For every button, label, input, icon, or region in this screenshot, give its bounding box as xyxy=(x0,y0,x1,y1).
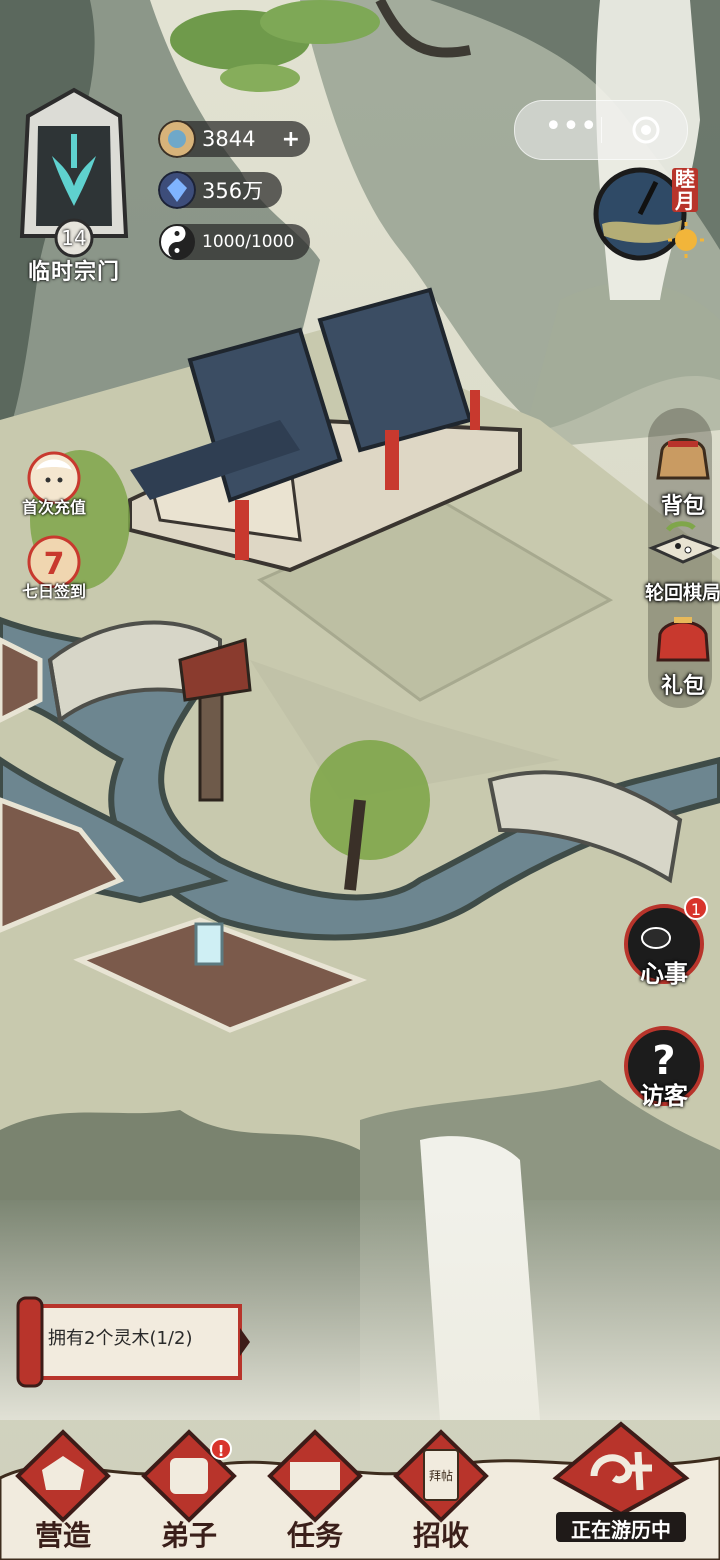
taiji-value: 1000/1000 xyxy=(202,232,295,252)
nav-build-label: 营造 xyxy=(34,1519,91,1552)
resource-taiji[interactable]: 1000/1000 xyxy=(159,224,310,260)
nav-disciples-badge: ! xyxy=(210,1438,232,1460)
seven-day-signin-button[interactable]: 7 七日签到 xyxy=(18,532,90,604)
miniprogram-capsule: ••• xyxy=(514,100,688,160)
visitor-label: 访客 xyxy=(640,1082,688,1110)
add-spirit-stone-button[interactable]: + xyxy=(282,127,300,152)
invitation-card-icon: 拜帖 xyxy=(393,1429,489,1523)
visitor-button[interactable]: ? 访客 xyxy=(620,1022,708,1110)
backpack-button[interactable]: 背包 xyxy=(638,428,720,519)
resource-crystal[interactable]: 356万 xyxy=(158,171,282,209)
sect-name: 临时宗门 xyxy=(27,260,120,285)
nav-recruit[interactable]: 拜帖 招收 xyxy=(386,1426,496,1554)
sect-level: 14 xyxy=(61,226,87,250)
taiji-icon xyxy=(159,224,195,260)
spirit-stone-value: 3844 xyxy=(202,127,256,151)
nav-tasks-label: 任务 xyxy=(286,1519,343,1552)
scroll-task-icon xyxy=(267,1429,363,1523)
chess-board-icon xyxy=(648,521,720,564)
gift-bag-icon xyxy=(656,617,710,662)
heart-matters-button[interactable]: 1 心事 xyxy=(620,896,708,988)
right-shortcut-panel: 背包 轮回棋局 礼包 xyxy=(645,408,720,708)
resource-spirit-stone[interactable]: 3844 + xyxy=(158,120,310,158)
nav-disciples-label: 弟子 xyxy=(160,1519,217,1552)
backpack-label: 背包 xyxy=(660,494,705,519)
reincarnation-chess-button[interactable]: 轮回棋局 xyxy=(638,518,720,608)
heart-matters-label: 心事 xyxy=(640,960,688,988)
month-label: 睦月 xyxy=(672,168,698,212)
target-close-icon[interactable] xyxy=(631,115,661,145)
quest-tracker[interactable]: 拥有2个灵木(1/2) xyxy=(8,1288,250,1394)
crystal-icon xyxy=(158,171,196,209)
bottom-nav: 营造 ! 弟子 任务 拜帖 招收 正在游历中 xyxy=(0,1418,720,1560)
nav-build[interactable]: 营造 xyxy=(8,1426,118,1554)
seven-day-signin-label: 七日签到 xyxy=(21,582,86,601)
travel-status-label: 正在游历中 xyxy=(571,1518,671,1542)
reincarnation-chess-label: 轮回棋局 xyxy=(644,582,720,604)
quest-text: 拥有2个灵木(1/2) xyxy=(48,1328,193,1349)
nav-tasks[interactable]: 任务 xyxy=(260,1426,370,1554)
spirit-stone-icon xyxy=(158,120,196,158)
more-menu-button[interactable]: ••• xyxy=(543,111,599,147)
heart-matters-badge: 1 xyxy=(684,896,708,920)
nav-recruit-label: 招收 xyxy=(412,1519,469,1552)
svg-text:7: 7 xyxy=(44,547,65,582)
gift-pack-label: 礼包 xyxy=(660,674,705,699)
backpack-icon xyxy=(656,438,710,480)
crystal-value: 356万 xyxy=(202,179,264,203)
moon-calendar[interactable]: 睦月 xyxy=(592,162,708,266)
gift-pack-button[interactable]: 礼包 xyxy=(638,608,720,699)
travel-status-button[interactable]: 正在游历中 xyxy=(536,1418,706,1560)
first-recharge-button[interactable]: 首次充值 xyxy=(18,448,90,520)
pavilion-icon xyxy=(15,1429,111,1523)
travel-seal-icon xyxy=(552,1421,690,1517)
capsule-divider xyxy=(601,117,602,143)
nav-disciples[interactable]: ! 弟子 xyxy=(134,1426,244,1554)
first-recharge-label: 首次充值 xyxy=(21,498,86,517)
sect-badge[interactable]: 14 临时宗门 xyxy=(8,86,140,286)
svg-text:拜帖: 拜帖 xyxy=(429,1468,453,1483)
